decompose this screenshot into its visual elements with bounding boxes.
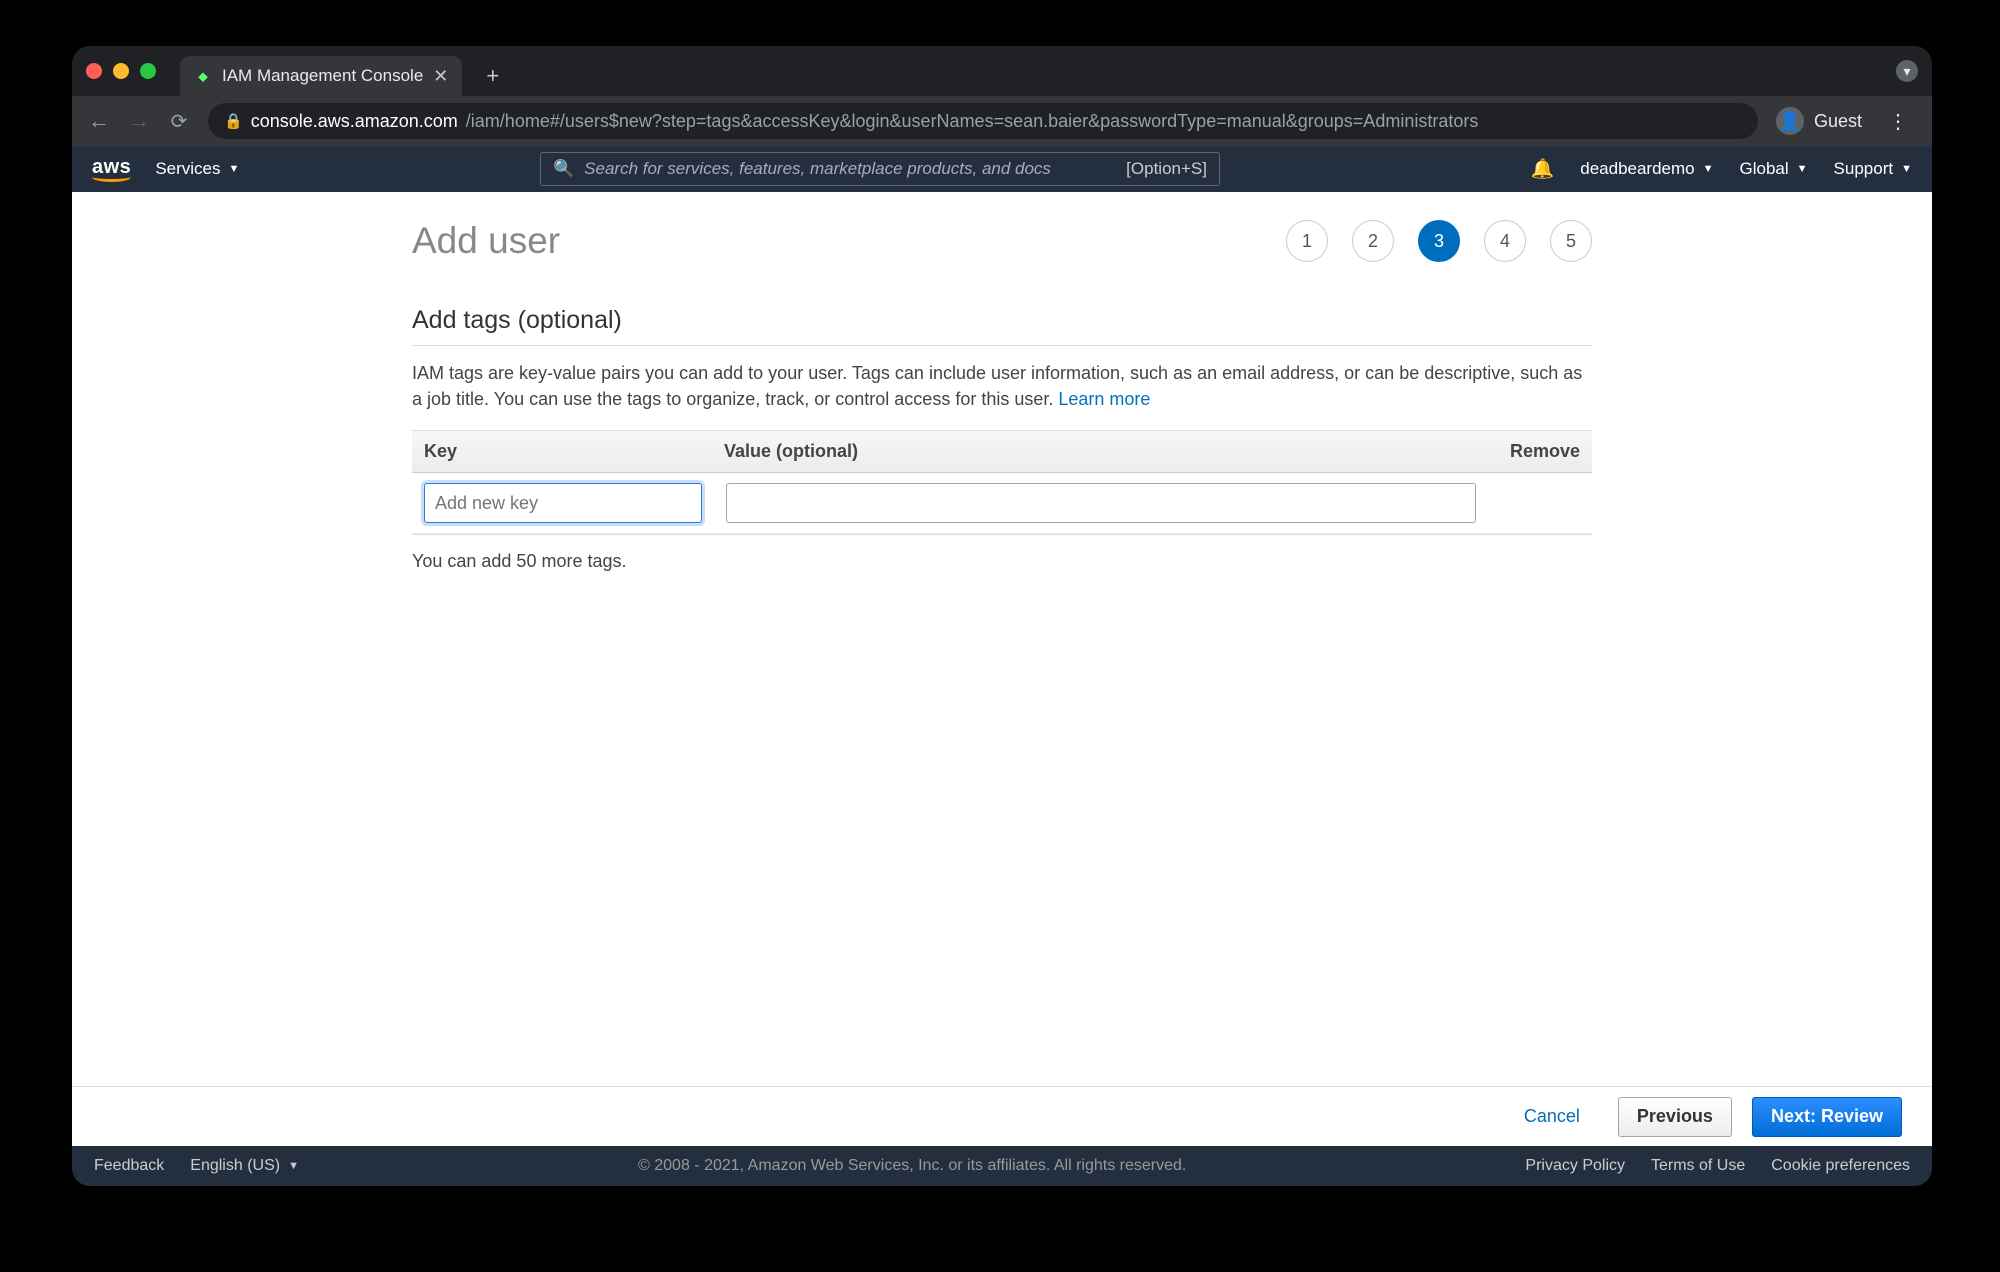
minimize-window-button[interactable] xyxy=(113,63,129,79)
aws-search-input[interactable]: 🔍 Search for services, features, marketp… xyxy=(540,152,1220,186)
account-menu[interactable]: deadbeardemo ▼ xyxy=(1580,159,1713,179)
wizard-step-3[interactable]: 3 xyxy=(1418,220,1460,262)
cookies-link[interactable]: Cookie preferences xyxy=(1771,1157,1910,1175)
next-button[interactable]: Next: Review xyxy=(1752,1097,1902,1137)
wizard-step-5[interactable]: 5 xyxy=(1550,220,1592,262)
aws-header-right: 🔔 deadbeardemo ▼ Global ▼ Support ▼ xyxy=(1531,157,1912,181)
close-tab-icon[interactable]: ✕ xyxy=(433,66,448,87)
chevron-down-icon: ▼ xyxy=(1797,163,1808,175)
privacy-link[interactable]: Privacy Policy xyxy=(1525,1157,1625,1175)
wizard-step-1[interactable]: 1 xyxy=(1286,220,1328,262)
col-value: Value (optional) xyxy=(724,441,1470,462)
chevron-down-icon: ▼ xyxy=(229,163,240,175)
feedback-link[interactable]: Feedback xyxy=(94,1157,164,1175)
page-title: Add user xyxy=(412,220,560,262)
reload-button[interactable]: ⟳ xyxy=(168,109,190,134)
language-menu[interactable]: English (US) ▼ xyxy=(190,1157,299,1175)
profile-button[interactable]: 👤 Guest xyxy=(1776,107,1862,135)
section-title: Add tags (optional) xyxy=(412,306,1592,346)
notifications-icon[interactable]: 🔔 xyxy=(1531,157,1555,181)
maximize-window-button[interactable] xyxy=(140,63,156,79)
search-placeholder: Search for services, features, marketpla… xyxy=(584,159,1051,179)
search-icon: 🔍 xyxy=(553,159,574,179)
url-field[interactable]: 🔒 console.aws.amazon.com/iam/home#/users… xyxy=(208,103,1758,139)
page-body: Add user 1 2 3 4 5 Add tags (optional) I… xyxy=(72,192,1932,1086)
wizard-action-bar: Cancel Previous Next: Review xyxy=(72,1086,1932,1146)
table-row xyxy=(412,473,1592,534)
tab-favicon-icon: ⬥ xyxy=(194,67,212,85)
tag-value-input[interactable] xyxy=(726,483,1476,523)
new-tab-button[interactable]: + xyxy=(472,57,513,95)
table-header: Key Value (optional) Remove xyxy=(412,431,1592,473)
terms-link[interactable]: Terms of Use xyxy=(1651,1157,1745,1175)
col-remove: Remove xyxy=(1470,441,1580,462)
browser-menu-icon[interactable]: ⋮ xyxy=(1880,109,1916,134)
wizard-step-4[interactable]: 4 xyxy=(1484,220,1526,262)
browser-tab[interactable]: ⬥ IAM Management Console ✕ xyxy=(180,56,462,96)
profile-label: Guest xyxy=(1814,111,1862,132)
url-path: /iam/home#/users$new?step=tags&accessKey… xyxy=(466,111,1479,132)
chevron-down-icon: ▼ xyxy=(1901,163,1912,175)
back-button[interactable]: ← xyxy=(88,108,110,134)
lock-icon: 🔒 xyxy=(224,112,243,130)
tab-title: IAM Management Console xyxy=(222,66,423,86)
chevron-down-icon: ▼ xyxy=(1703,163,1714,175)
browser-window: ⬥ IAM Management Console ✕ + ▾ ← → ⟳ 🔒 c… xyxy=(72,46,1932,1186)
copyright: © 2008 - 2021, Amazon Web Services, Inc.… xyxy=(325,1157,1499,1175)
aws-footer: Feedback English (US) ▼ © 2008 - 2021, A… xyxy=(72,1146,1932,1186)
window-controls xyxy=(86,63,156,79)
tab-overflow-icon[interactable]: ▾ xyxy=(1896,60,1918,82)
services-label: Services xyxy=(155,159,220,179)
cancel-button[interactable]: Cancel xyxy=(1506,1097,1598,1137)
wizard-step-2[interactable]: 2 xyxy=(1352,220,1394,262)
forward-button[interactable]: → xyxy=(128,108,150,134)
close-window-button[interactable] xyxy=(86,63,102,79)
col-key: Key xyxy=(424,441,724,462)
section-description: IAM tags are key-value pairs you can add… xyxy=(412,360,1592,412)
aws-logo[interactable]: aws xyxy=(92,156,131,183)
address-bar: ← → ⟳ 🔒 console.aws.amazon.com/iam/home#… xyxy=(72,96,1932,146)
tags-table: Key Value (optional) Remove xyxy=(412,430,1592,535)
previous-button[interactable]: Previous xyxy=(1618,1097,1732,1137)
avatar-icon: 👤 xyxy=(1776,107,1804,135)
browser-tab-bar: ⬥ IAM Management Console ✕ + ▾ xyxy=(72,46,1932,96)
learn-more-link[interactable]: Learn more xyxy=(1058,389,1150,409)
search-shortcut: [Option+S] xyxy=(1126,159,1207,179)
services-menu[interactable]: Services ▼ xyxy=(155,159,239,179)
wizard-steps: 1 2 3 4 5 xyxy=(1286,220,1592,262)
region-menu[interactable]: Global ▼ xyxy=(1740,159,1808,179)
tags-remaining-note: You can add 50 more tags. xyxy=(412,551,1592,572)
url-host: console.aws.amazon.com xyxy=(251,111,458,132)
support-menu[interactable]: Support ▼ xyxy=(1834,159,1912,179)
aws-header: aws Services ▼ 🔍 Search for services, fe… xyxy=(72,146,1932,192)
tag-key-input[interactable] xyxy=(424,483,702,523)
chevron-down-icon: ▼ xyxy=(288,1160,299,1172)
